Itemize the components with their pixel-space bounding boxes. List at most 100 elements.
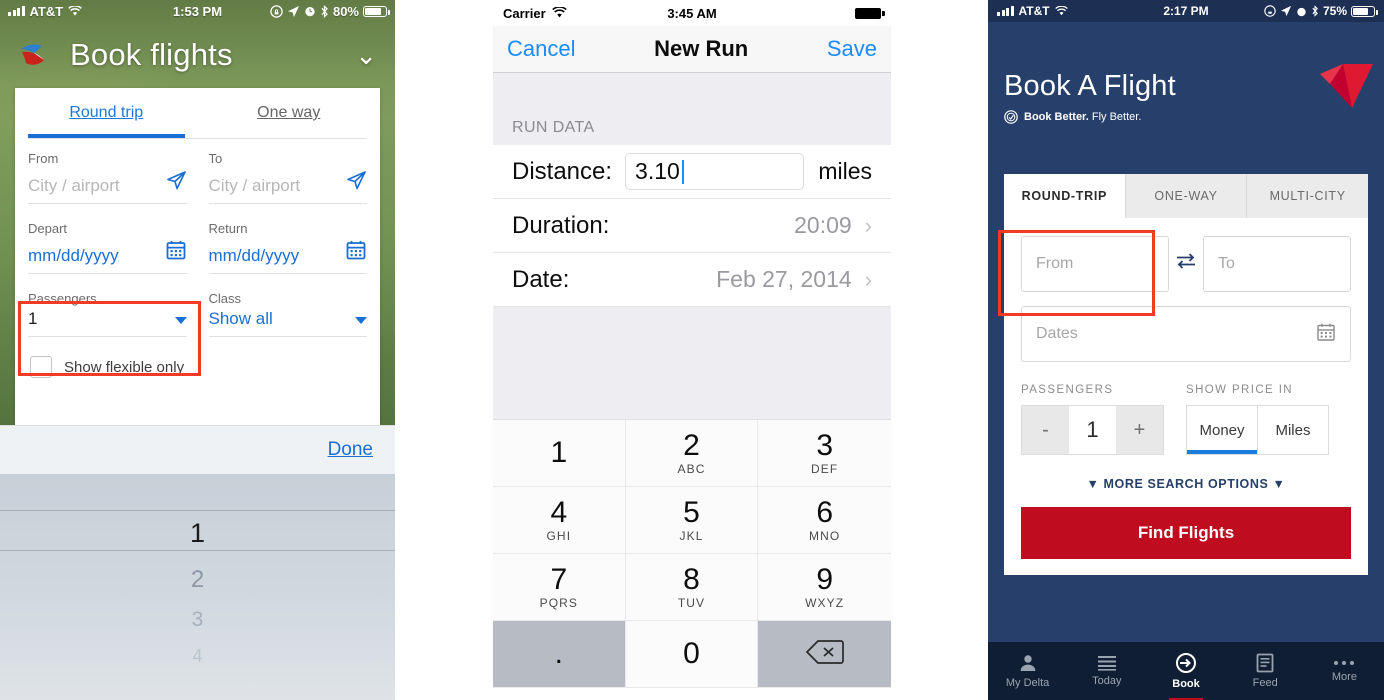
key-0-number: 0 bbox=[683, 637, 700, 671]
tagline-bold: Book Better. bbox=[1024, 111, 1089, 123]
to-input[interactable]: To bbox=[1203, 236, 1351, 292]
class-dropdown-arrow-icon[interactable] bbox=[355, 317, 367, 324]
key-4[interactable]: 4 GHI bbox=[493, 487, 626, 554]
key-5[interactable]: 5 JKL bbox=[625, 487, 759, 554]
from-input[interactable]: From bbox=[1021, 236, 1169, 292]
bluetooth-icon bbox=[1312, 5, 1318, 17]
key-7[interactable]: 7 PQRS bbox=[493, 554, 626, 621]
passengers-field[interactable]: Passengers 1 bbox=[28, 291, 187, 337]
picker-option-4[interactable]: 4 bbox=[0, 646, 395, 667]
key-0[interactable]: 0 bbox=[625, 621, 759, 688]
passengers-value: 1 bbox=[1069, 406, 1116, 454]
tab-book-label: Book bbox=[1172, 678, 1200, 690]
depart-calendar-icon[interactable] bbox=[165, 239, 187, 266]
return-calendar-icon[interactable] bbox=[345, 239, 367, 266]
delta-search-card: ROUND-TRIP ONE-WAY MULTI-CITY From To Da… bbox=[1004, 174, 1369, 575]
tab-round-trip[interactable]: Round trip bbox=[15, 88, 198, 138]
battery-icon bbox=[363, 5, 390, 17]
depart-input[interactable]: mm/dd/yyyy bbox=[28, 246, 119, 266]
cancel-button[interactable]: Cancel bbox=[507, 36, 575, 62]
done-button[interactable]: Done bbox=[328, 439, 373, 461]
key-2-number: 2 bbox=[683, 428, 700, 462]
tab-round-trip[interactable]: ROUND-TRIP bbox=[1004, 174, 1125, 218]
key-2[interactable]: 2 ABC bbox=[625, 420, 759, 487]
key-9[interactable]: 9 WXYZ bbox=[758, 554, 891, 621]
passengers-dropdown-arrow-icon[interactable] bbox=[174, 317, 187, 324]
picker-option-selected[interactable]: 1 bbox=[0, 518, 395, 549]
to-input[interactable]: City / airport bbox=[209, 176, 301, 196]
return-field[interactable]: Return mm/dd/yyyy bbox=[208, 221, 367, 274]
save-button[interactable]: Save bbox=[827, 36, 877, 62]
tab-feed[interactable]: Feed bbox=[1226, 642, 1305, 700]
list-lines-icon bbox=[1097, 656, 1116, 671]
from-field[interactable]: From City / airport bbox=[28, 151, 187, 204]
tab-more[interactable]: More bbox=[1305, 642, 1384, 700]
passengers-value: 1 bbox=[28, 309, 38, 328]
passengers-picker-wheel[interactable]: 1 2 3 4 bbox=[0, 474, 395, 700]
picker-option-2[interactable]: 2 bbox=[0, 566, 395, 594]
tab-multi-city[interactable]: MULTI-CITY bbox=[1246, 174, 1369, 218]
key-8[interactable]: 8 TUV bbox=[625, 554, 759, 621]
from-placeholder: From bbox=[1036, 255, 1074, 272]
picker-option-3[interactable]: 3 bbox=[0, 608, 395, 632]
tab-my-delta[interactable]: My Delta bbox=[988, 642, 1067, 700]
chevron-right-icon[interactable]: › bbox=[865, 214, 872, 237]
flexible-checkbox[interactable] bbox=[30, 356, 52, 378]
key-1[interactable]: 1 bbox=[493, 420, 626, 487]
key-3-number: 3 bbox=[816, 428, 833, 462]
passengers-stepper[interactable]: - 1 + bbox=[1021, 405, 1164, 455]
chevron-down-icon[interactable]: ⌄ bbox=[355, 42, 377, 68]
to-field[interactable]: To City / airport bbox=[208, 151, 367, 204]
date-value: Feb 27, 2014 bbox=[716, 266, 852, 292]
key-9-letters: WXYZ bbox=[805, 596, 845, 611]
key-backspace[interactable] bbox=[758, 621, 891, 688]
calendar-icon[interactable] bbox=[1316, 322, 1336, 347]
distance-input[interactable]: 3.10 bbox=[625, 153, 805, 190]
passengers-increment-button[interactable]: + bbox=[1116, 406, 1163, 454]
tab-one-way[interactable]: One way bbox=[198, 88, 381, 138]
rotation-lock-icon bbox=[1264, 5, 1276, 17]
key-3-letters: DEF bbox=[811, 462, 839, 477]
from-location-icon[interactable] bbox=[165, 169, 187, 196]
duration-label: Duration: bbox=[512, 211, 610, 239]
class-field[interactable]: Class Show all bbox=[208, 291, 367, 337]
delta-book-flight-panel: AT&T 2:17 PM 75% Book A Flight Book Bett… bbox=[988, 0, 1384, 700]
delta-search-form: From To Dates PASSENGERS - 1 + SHOW PRIC… bbox=[1004, 218, 1368, 575]
flexible-checkbox-row[interactable]: Show flexible only bbox=[28, 356, 367, 378]
class-value: Show all bbox=[208, 309, 273, 328]
key-3[interactable]: 3 DEF bbox=[758, 420, 891, 487]
dates-placeholder: Dates bbox=[1036, 325, 1078, 342]
tagline: Book Better. Fly Better. bbox=[1004, 110, 1141, 124]
chevron-right-icon[interactable]: › bbox=[865, 268, 872, 291]
price-unit-toggle[interactable]: Money Miles bbox=[1186, 405, 1329, 455]
tab-one-way[interactable]: ONE-WAY bbox=[1124, 174, 1247, 218]
depart-field[interactable]: Depart mm/dd/yyyy bbox=[28, 221, 187, 274]
from-input[interactable]: City / airport bbox=[28, 176, 120, 196]
distance-row[interactable]: Distance: 3.10 miles bbox=[493, 145, 891, 199]
depart-label: Depart bbox=[28, 221, 68, 236]
key-4-number: 4 bbox=[550, 495, 568, 529]
tab-today[interactable]: Today bbox=[1067, 642, 1146, 700]
passengers-decrement-button[interactable]: - bbox=[1022, 406, 1069, 454]
find-flights-button[interactable]: Find Flights bbox=[1021, 507, 1351, 559]
date-row[interactable]: Date: Feb 27, 2014 › bbox=[493, 253, 891, 307]
delta-hero: Book A Flight Book Better. Fly Better. bbox=[988, 22, 1384, 152]
tagline-rest: Fly Better. bbox=[1091, 111, 1142, 123]
trip-type-tabs: ROUND-TRIP ONE-WAY MULTI-CITY bbox=[1004, 174, 1369, 218]
swap-arrows-icon[interactable] bbox=[1169, 251, 1203, 277]
tab-feed-label: Feed bbox=[1252, 677, 1278, 689]
dates-input[interactable]: Dates bbox=[1021, 306, 1351, 362]
to-placeholder: To bbox=[1218, 255, 1235, 272]
navigation-bar: Cancel New Run Save bbox=[493, 26, 891, 73]
passengers-group: PASSENGERS - 1 + bbox=[1021, 384, 1186, 455]
more-search-options-button[interactable]: ▼ MORE SEARCH OPTIONS ▼ bbox=[1021, 477, 1351, 491]
return-input[interactable]: mm/dd/yyyy bbox=[209, 246, 300, 266]
to-location-icon[interactable] bbox=[345, 169, 367, 196]
tab-round-trip-label: Round trip bbox=[69, 104, 144, 121]
duration-row[interactable]: Duration: 20:09 › bbox=[493, 199, 891, 253]
price-option-miles[interactable]: Miles bbox=[1257, 406, 1328, 454]
key-6[interactable]: 6 MNO bbox=[758, 487, 891, 554]
key-decimal[interactable]: . bbox=[493, 621, 626, 688]
price-option-money[interactable]: Money bbox=[1187, 406, 1257, 454]
tab-book[interactable]: Book bbox=[1146, 642, 1225, 700]
